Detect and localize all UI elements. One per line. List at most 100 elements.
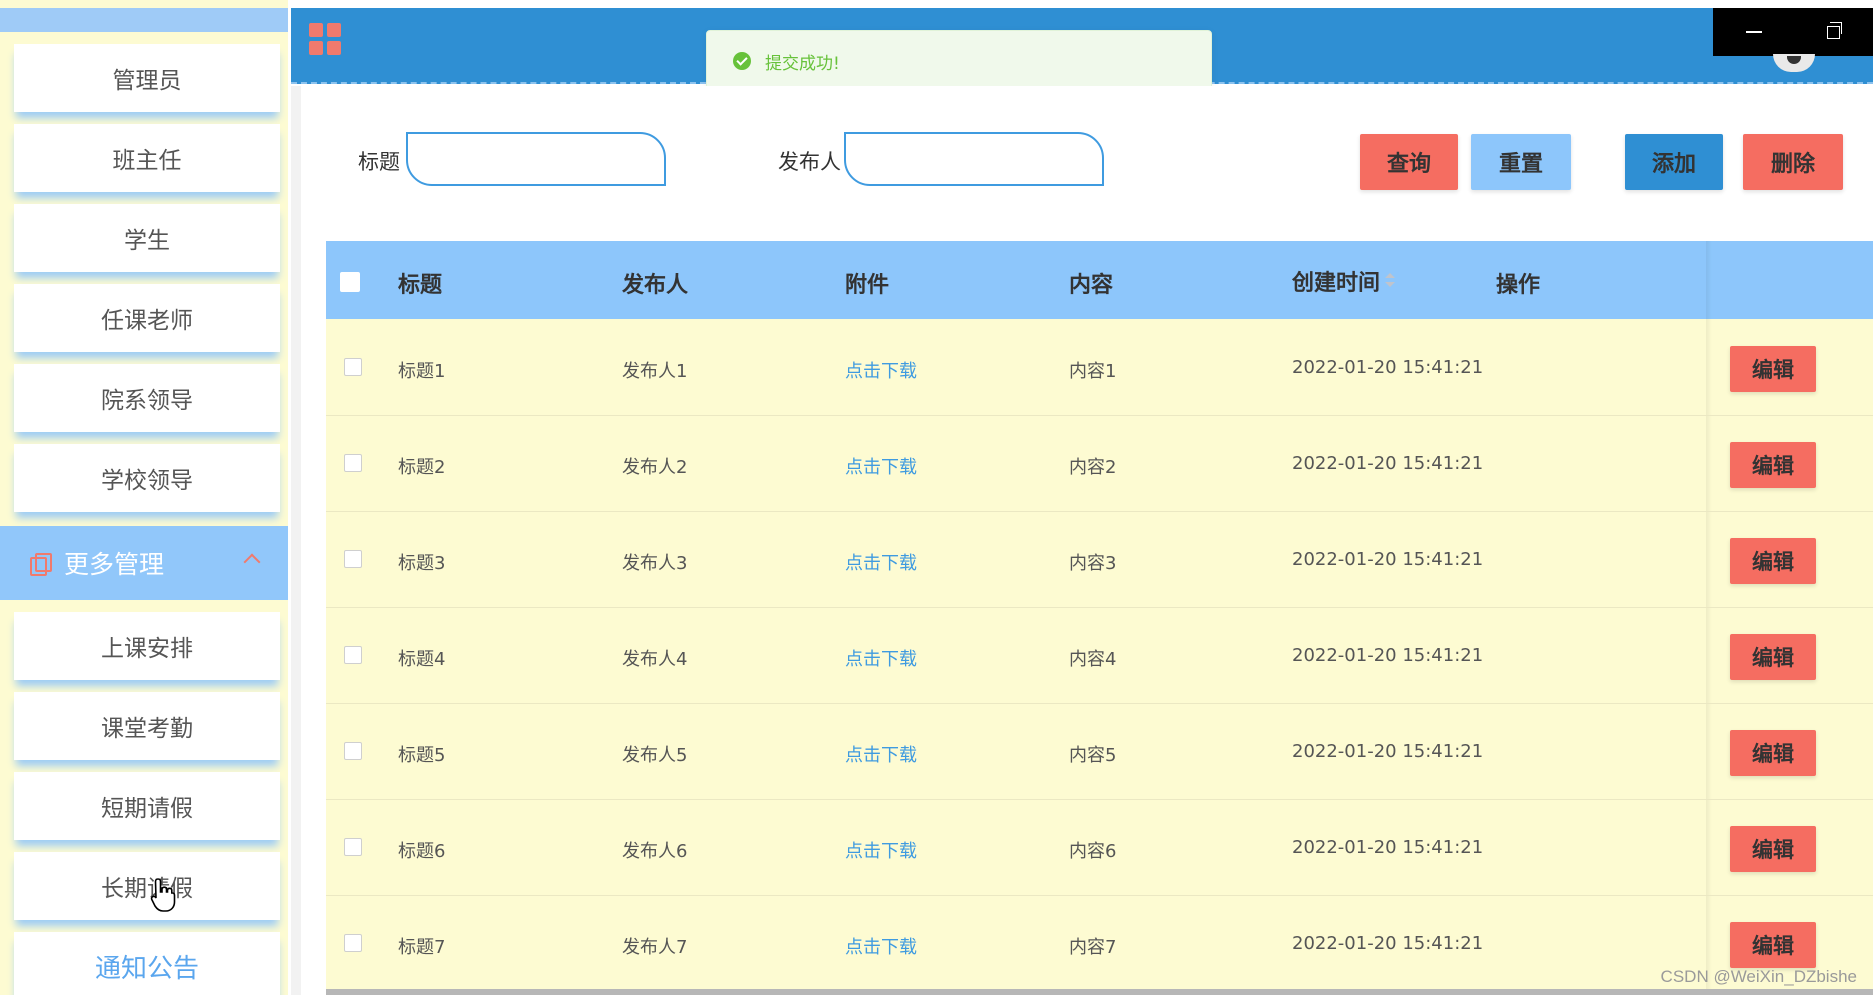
table-row: 标题1 发布人1 点击下载 内容1 2022-01-20 15:41:21 编辑 bbox=[326, 320, 1873, 416]
table-header: 标题 发布人 附件 内容 创建时间 操作 bbox=[326, 241, 1873, 319]
row-checkbox[interactable] bbox=[344, 742, 362, 760]
restore-icon[interactable] bbox=[1827, 21, 1843, 39]
title-search-input[interactable] bbox=[406, 132, 666, 186]
cell-title: 标题6 bbox=[398, 841, 446, 862]
table-row: 标题3 发布人3 点击下载 内容3 2022-01-20 15:41:21 编辑 bbox=[326, 512, 1873, 608]
sidebar-item-student[interactable]: 学生 bbox=[14, 204, 280, 272]
sidebar-top-bar bbox=[0, 8, 288, 32]
column-header-publisher: 发布人 bbox=[622, 273, 689, 298]
cell-created-time: 2022-01-20 15:41:21 bbox=[1292, 549, 1484, 570]
main-content: 标题 发布人 查询 重置 添加 删除 标题 发布人 附件 内容 创建时间 操作 … bbox=[291, 86, 1873, 995]
table-row: 标题6 发布人6 点击下载 内容6 2022-01-20 15:41:21 编辑 bbox=[326, 800, 1873, 896]
grid-icon[interactable] bbox=[309, 23, 341, 55]
sidebar-item-notice[interactable]: 通知公告 bbox=[14, 932, 280, 995]
row-checkbox[interactable] bbox=[344, 454, 362, 472]
sidebar-item-admin[interactable]: 管理员 bbox=[14, 44, 280, 112]
cell-title: 标题1 bbox=[398, 361, 446, 382]
cell-created-time: 2022-01-20 15:41:21 bbox=[1292, 933, 1484, 954]
download-link[interactable]: 点击下载 bbox=[845, 357, 917, 383]
add-button[interactable]: 添加 bbox=[1625, 134, 1723, 190]
select-all-checkbox[interactable] bbox=[340, 272, 360, 292]
watermark: CSDN @WeiXin_DZbishe bbox=[1660, 967, 1857, 986]
cell-publisher: 发布人4 bbox=[622, 649, 688, 670]
row-checkbox[interactable] bbox=[344, 550, 362, 568]
cell-created-time: 2022-01-20 15:41:21 bbox=[1292, 357, 1484, 378]
sidebar-item-long-leave[interactable]: 长期请假 bbox=[14, 852, 280, 920]
title-filter-label: 标题 bbox=[358, 150, 400, 174]
column-header-content: 内容 bbox=[1069, 273, 1114, 298]
chevron-up-icon bbox=[243, 553, 261, 571]
success-toast: 提交成功! bbox=[706, 30, 1212, 92]
cell-content: 内容3 bbox=[1069, 553, 1117, 574]
cell-content: 内容5 bbox=[1069, 745, 1117, 766]
cell-publisher: 发布人2 bbox=[622, 457, 688, 478]
row-checkbox[interactable] bbox=[344, 646, 362, 664]
edit-button[interactable]: 编辑 bbox=[1730, 922, 1816, 968]
edit-button[interactable]: 编辑 bbox=[1730, 826, 1816, 872]
cell-title: 标题7 bbox=[398, 937, 446, 958]
publisher-search-input[interactable] bbox=[844, 132, 1104, 186]
sidebar-item-attendance[interactable]: 课堂考勤 bbox=[14, 692, 280, 760]
sidebar: 管理员 班主任 学生 任课老师 院系领导 学校领导 更多管理 上课安排 课堂考勤… bbox=[0, 0, 288, 995]
cell-content: 内容1 bbox=[1069, 361, 1117, 382]
cell-title: 标题2 bbox=[398, 457, 446, 478]
edit-button[interactable]: 编辑 bbox=[1730, 346, 1816, 392]
delete-button[interactable]: 删除 bbox=[1743, 134, 1843, 190]
cell-content: 内容2 bbox=[1069, 457, 1117, 478]
window-controls bbox=[1713, 8, 1873, 56]
query-button[interactable]: 查询 bbox=[1360, 134, 1458, 190]
row-checkbox[interactable] bbox=[344, 358, 362, 376]
download-link[interactable]: 点击下载 bbox=[845, 933, 917, 959]
download-link[interactable]: 点击下载 bbox=[845, 741, 917, 767]
cell-created-time: 2022-01-20 15:41:21 bbox=[1292, 453, 1484, 474]
edit-button[interactable]: 编辑 bbox=[1730, 634, 1816, 680]
download-link[interactable]: 点击下载 bbox=[845, 837, 917, 863]
column-header-created-time[interactable]: 创建时间 bbox=[1292, 265, 1380, 297]
sidebar-item-course-teacher[interactable]: 任课老师 bbox=[14, 284, 280, 352]
cell-content: 内容6 bbox=[1069, 841, 1117, 862]
sidebar-item-head-teacher[interactable]: 班主任 bbox=[14, 124, 280, 192]
table-row: 标题7 发布人7 点击下载 内容7 2022-01-20 15:41:21 编辑 bbox=[326, 896, 1873, 992]
sidebar-group-more-management[interactable]: 更多管理 bbox=[0, 526, 288, 600]
notice-table: 标题 发布人 附件 内容 创建时间 操作 标题1 发布人1 点击下载 内容1 2… bbox=[326, 241, 1873, 995]
horizontal-scrollbar[interactable] bbox=[326, 989, 1873, 995]
cell-title: 标题3 bbox=[398, 553, 446, 574]
copy-icon bbox=[30, 553, 52, 576]
sidebar-item-school-leader[interactable]: 学校领导 bbox=[14, 444, 280, 512]
download-link[interactable]: 点击下载 bbox=[845, 453, 917, 479]
download-link[interactable]: 点击下载 bbox=[845, 645, 917, 671]
column-header-actions: 操作 bbox=[1496, 273, 1541, 298]
cell-title: 标题5 bbox=[398, 745, 446, 766]
cell-title: 标题4 bbox=[398, 649, 446, 670]
cell-publisher: 发布人7 bbox=[622, 937, 688, 958]
column-header-title: 标题 bbox=[398, 273, 443, 298]
table-row: 标题2 发布人2 点击下载 内容2 2022-01-20 15:41:21 编辑 bbox=[326, 416, 1873, 512]
edit-button[interactable]: 编辑 bbox=[1730, 442, 1816, 488]
edit-button[interactable]: 编辑 bbox=[1730, 730, 1816, 776]
hand-cursor-icon bbox=[150, 878, 176, 912]
sort-icon[interactable] bbox=[1385, 273, 1395, 287]
cell-publisher: 发布人5 bbox=[622, 745, 688, 766]
sidebar-group-label: 更多管理 bbox=[64, 550, 165, 579]
row-checkbox[interactable] bbox=[344, 838, 362, 856]
cell-content: 内容7 bbox=[1069, 937, 1117, 958]
cell-created-time: 2022-01-20 15:41:21 bbox=[1292, 837, 1484, 858]
minimize-icon[interactable] bbox=[1745, 31, 1762, 33]
cell-publisher: 发布人6 bbox=[622, 841, 688, 862]
edit-button[interactable]: 编辑 bbox=[1730, 538, 1816, 584]
publisher-filter-label: 发布人 bbox=[778, 150, 841, 174]
reset-button[interactable]: 重置 bbox=[1471, 134, 1571, 190]
sidebar-item-class-schedule[interactable]: 上课安排 bbox=[14, 612, 280, 680]
download-link[interactable]: 点击下载 bbox=[845, 549, 917, 575]
sidebar-item-department-leader[interactable]: 院系领导 bbox=[14, 364, 280, 432]
row-checkbox[interactable] bbox=[344, 934, 362, 952]
cell-created-time: 2022-01-20 15:41:21 bbox=[1292, 741, 1484, 762]
cell-publisher: 发布人3 bbox=[622, 553, 688, 574]
table-row: 标题4 发布人4 点击下载 内容4 2022-01-20 15:41:21 编辑 bbox=[326, 608, 1873, 704]
column-header-attachment: 附件 bbox=[845, 273, 890, 298]
toast-message: 提交成功! bbox=[765, 53, 840, 74]
cell-created-time: 2022-01-20 15:41:21 bbox=[1292, 645, 1484, 666]
cell-content: 内容4 bbox=[1069, 649, 1117, 670]
sidebar-item-short-leave[interactable]: 短期请假 bbox=[14, 772, 280, 840]
avatar[interactable] bbox=[1773, 54, 1815, 72]
